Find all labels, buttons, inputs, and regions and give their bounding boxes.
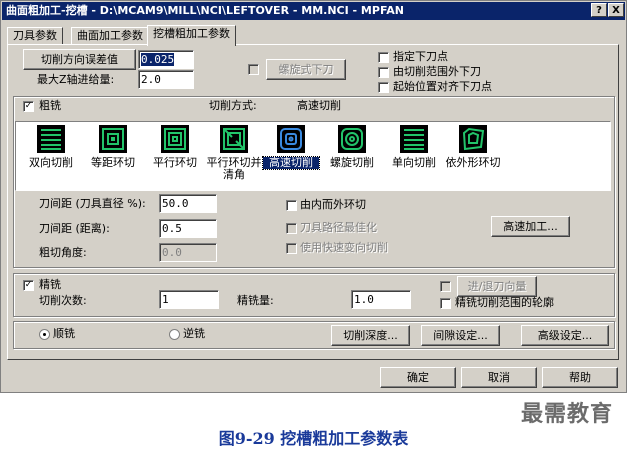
spiral-inside-out-checkbox[interactable] xyxy=(286,200,297,211)
stepover-pct-label: 刀间距 (刀具直径 %): xyxy=(39,197,146,210)
rough-angle-input[interactable]: 0.0 xyxy=(159,243,217,262)
ok-button[interactable]: 确定 xyxy=(380,367,456,388)
method-one-way[interactable]: 单向切削 xyxy=(384,125,444,169)
align-start-checkbox[interactable] xyxy=(378,82,389,93)
cut-method-strip: 双向切削 等距环切 平行环切 平行环切并 清角 高速切削 螺旋切削 单向切削 依… xyxy=(15,121,611,191)
minimize-burial-label: 刀具路径最佳化 xyxy=(300,221,377,234)
one-way-icon xyxy=(400,125,428,153)
lead-in-out-button[interactable]: 进/退刀向量 xyxy=(457,276,537,297)
conventional-radio[interactable] xyxy=(169,329,180,340)
cut-method-value: 高速切削 xyxy=(297,99,341,112)
cut-tolerance-button[interactable]: 切削方向误差值 xyxy=(23,49,136,70)
max-z-step-label: 最大Z轴进给量: xyxy=(37,73,115,86)
method-constant-overlap[interactable]: 等距环切 xyxy=(83,125,143,169)
entry-outside-boundary-checkbox[interactable] xyxy=(378,67,389,78)
cancel-button[interactable]: 取消 xyxy=(461,367,537,388)
cut-tolerance-input[interactable]: 0.025 xyxy=(138,50,194,69)
finish-spacing-input[interactable]: 1.0 xyxy=(351,290,411,309)
finish-spacing-label: 精铣量: xyxy=(237,294,274,307)
stepover-pct-input[interactable]: 50.0 xyxy=(159,194,217,213)
align-start-label: 起始位置对齐下刀点 xyxy=(393,80,492,93)
finish-contour-label: 精铣切削范围的轮廓 xyxy=(455,296,554,309)
climb-label: 顺铣 xyxy=(53,327,75,340)
zigzag-icon xyxy=(37,125,65,153)
method-label: 螺旋切削 xyxy=(330,156,374,169)
conventional-label: 逆铣 xyxy=(183,327,205,340)
finish-passes-label: 切削次数: xyxy=(39,294,87,307)
specify-entry-point-label: 指定下刀点 xyxy=(393,50,448,63)
method-label-line2: 清角 xyxy=(223,168,245,181)
window-title: 曲面粗加工-挖槽 - D:\MCAM9\MILL\NCI\LEFTOVER - … xyxy=(2,2,625,20)
method-label: 双向切削 xyxy=(29,156,73,169)
method-label: 依外形环切 xyxy=(445,156,501,169)
lead-in-out-checkbox[interactable] xyxy=(440,281,451,292)
constant-overlap-spiral-icon xyxy=(99,125,127,153)
cut-depth-button[interactable]: 切削深度... xyxy=(331,325,410,346)
helix-checkbox[interactable] xyxy=(248,64,259,75)
method-label: 平行环切 xyxy=(153,156,197,169)
stepover-dist-input[interactable]: 0.5 xyxy=(159,219,217,238)
pocket-rough-dialog: 曲面粗加工-挖槽 - D:\MCAM9\MILL\NCI\LEFTOVER - … xyxy=(0,0,627,393)
method-label-selected: 高速切削 xyxy=(262,156,320,170)
finishing-checkbox[interactable]: ✓ xyxy=(23,280,34,291)
help-title-button[interactable]: ? xyxy=(591,3,607,17)
finishing-label: 精铣 xyxy=(39,278,61,291)
minimize-burial-checkbox[interactable] xyxy=(286,223,297,234)
tab-pocket-rough-params[interactable]: 挖槽粗加工参数 xyxy=(147,25,236,46)
quick-zigzag-checkbox[interactable] xyxy=(286,243,297,254)
climb-radio[interactable] xyxy=(39,329,50,340)
method-parallel-spiral-clean[interactable]: 平行环切并 清角 xyxy=(201,125,267,181)
close-icon[interactable]: X xyxy=(608,3,624,17)
high-speed-button[interactable]: 高速加工... xyxy=(491,216,570,237)
method-true-spiral[interactable]: 螺旋切削 xyxy=(322,125,382,169)
specify-entry-point-checkbox[interactable] xyxy=(378,52,389,63)
rough-angle-label: 粗切角度: xyxy=(39,246,87,259)
method-zigzag[interactable]: 双向切削 xyxy=(21,125,81,169)
advanced-settings-button[interactable]: 高级设定... xyxy=(521,325,609,346)
roughing-checkbox[interactable]: ✓ xyxy=(23,101,34,112)
gap-settings-button[interactable]: 间隙设定... xyxy=(421,325,500,346)
finish-contour-checkbox[interactable] xyxy=(440,298,451,309)
quick-zigzag-label: 使用快速变向切削 xyxy=(300,241,388,254)
watermark: 最需教育 xyxy=(520,402,613,427)
stepover-dist-label: 刀间距 (距离): xyxy=(39,222,110,235)
cut-method-label: 切削方式: xyxy=(209,99,257,112)
method-label: 等距环切 xyxy=(91,156,135,169)
high-speed-icon xyxy=(277,125,305,153)
parallel-spiral-icon xyxy=(161,125,189,153)
spiral-inside-out-label: 由内而外环切 xyxy=(300,198,366,211)
roughing-label: 粗铣 xyxy=(39,99,61,112)
max-z-step-input[interactable]: 2.0 xyxy=(138,70,194,89)
method-label: 单向切削 xyxy=(392,156,436,169)
parallel-spiral-clean-corners-icon xyxy=(220,125,248,153)
figure-caption: 图9-29 挖槽粗加工参数表 xyxy=(218,429,409,448)
morph-spiral-icon xyxy=(459,125,487,153)
entry-outside-boundary-label: 由切削范围外下刀 xyxy=(393,65,481,78)
true-spiral-icon xyxy=(338,125,366,153)
method-parallel-spiral[interactable]: 平行环切 xyxy=(145,125,205,169)
help-button[interactable]: 帮助 xyxy=(542,367,618,388)
method-morph-spiral[interactable]: 依外形环切 xyxy=(442,125,504,169)
tab-surface-params[interactable]: 曲面加工参数 xyxy=(71,27,149,45)
finish-passes-input[interactable]: 1 xyxy=(159,290,219,309)
helix-entry-button[interactable]: 螺旋式下刀 xyxy=(266,59,346,80)
method-high-speed[interactable]: 高速切削 xyxy=(262,125,320,170)
tab-tool-params[interactable]: 刀具参数 xyxy=(7,27,63,45)
